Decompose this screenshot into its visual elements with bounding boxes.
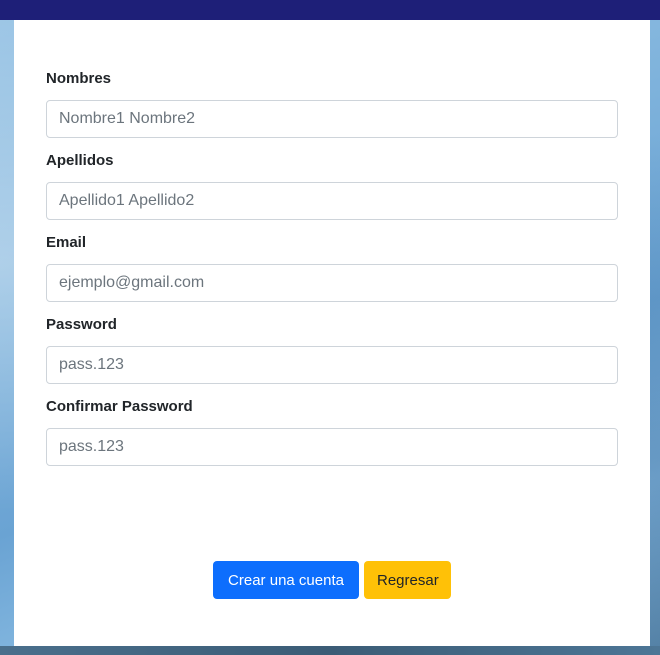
field-group-password: Password xyxy=(46,314,618,384)
field-group-confirm-password: Confirmar Password xyxy=(46,396,618,466)
apellidos-label: Apellidos xyxy=(46,152,114,169)
field-group-nombres: Nombres xyxy=(46,68,618,138)
register-card: Nombres Apellidos Email Password Confirm… xyxy=(14,0,650,646)
email-label: Email xyxy=(46,234,87,251)
password-label: Password xyxy=(46,316,117,333)
field-group-apellidos: Apellidos xyxy=(46,150,618,220)
form-actions: Crear una cuenta Regresar xyxy=(14,561,650,599)
top-bar xyxy=(0,0,660,20)
nombres-label: Nombres xyxy=(46,70,112,87)
nombres-input[interactable] xyxy=(46,100,618,138)
confirm-password-input[interactable] xyxy=(46,428,618,466)
apellidos-input[interactable] xyxy=(46,182,618,220)
email-input[interactable] xyxy=(46,264,618,302)
password-input[interactable] xyxy=(46,346,618,384)
page-bottom-strip xyxy=(0,646,660,655)
back-button[interactable]: Regresar xyxy=(364,561,451,599)
register-form: Nombres Apellidos Email Password Confirm… xyxy=(46,68,618,478)
confirm-password-label: Confirmar Password xyxy=(46,398,193,415)
create-account-button[interactable]: Crear una cuenta xyxy=(213,561,359,599)
field-group-email: Email xyxy=(46,232,618,302)
